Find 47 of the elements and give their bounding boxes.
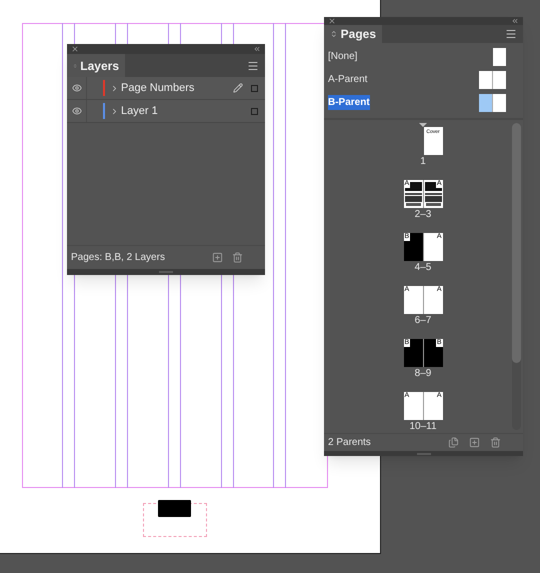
page-thumbnail [493, 48, 506, 66]
page-artwork-drawing [404, 180, 422, 208]
menu-icon[interactable] [247, 60, 259, 72]
scrollbar-track[interactable] [512, 123, 521, 430]
menu-icon[interactable] [505, 28, 517, 40]
page-number-label: 1 [420, 156, 426, 168]
sort-arrows-icon [73, 62, 78, 70]
eye-icon[interactable] [72, 106, 82, 116]
collapse-icon[interactable] [511, 17, 519, 25]
parent-row[interactable]: [None] [324, 45, 523, 68]
close-icon[interactable] [71, 45, 79, 53]
spread-thumbnail [479, 70, 506, 88]
layer-row[interactable]: Layer 1 [67, 100, 265, 123]
parent-name: [None] [328, 50, 358, 64]
trash-icon[interactable] [490, 437, 501, 448]
page-artwork-drawing [424, 180, 442, 208]
page-number-label: 10–11 [409, 421, 437, 433]
parent-row[interactable]: A-Parent [324, 68, 523, 91]
graphic-frame [158, 500, 191, 517]
expand-chevron-icon[interactable] [110, 106, 119, 116]
page-number-label: 2–3 [414, 209, 432, 221]
collapse-icon[interactable] [253, 45, 261, 53]
spread-thumbnail [479, 94, 506, 112]
pages-icon[interactable] [448, 437, 459, 448]
scrollbar-thumb[interactable] [512, 123, 521, 363]
parent-name: B-Parent [328, 95, 370, 110]
pages-status-text: 2 Parents [328, 436, 372, 450]
panel-tab[interactable]: Pages [324, 25, 382, 43]
parent-row[interactable]: B-Parent [324, 91, 523, 114]
panel-tab[interactable]: Layers [67, 54, 125, 77]
selection-square-icon[interactable] [251, 108, 258, 114]
expand-chevron-icon[interactable] [110, 84, 119, 92]
page-number-label: 8–9 [414, 368, 432, 380]
page-number-label: 4–5 [414, 262, 432, 274]
close-icon[interactable] [328, 17, 336, 25]
layers-status-text: Pages: B,B, 2 Layers [71, 251, 166, 265]
layer-row[interactable]: Page Numbers [67, 77, 265, 100]
eye-icon[interactable] [72, 83, 82, 93]
trash-icon[interactable] [232, 252, 243, 263]
new-layer-icon[interactable] [212, 252, 223, 263]
selection-square-icon[interactable] [251, 84, 258, 92]
sort-arrows-icon [330, 30, 338, 38]
new-page-icon[interactable] [469, 437, 480, 448]
layer-name: Layer 1 [121, 104, 159, 119]
layer-name: Page Numbers [121, 80, 196, 96]
page-number-label: 6–7 [414, 315, 432, 327]
parent-name: A-Parent [328, 73, 368, 87]
